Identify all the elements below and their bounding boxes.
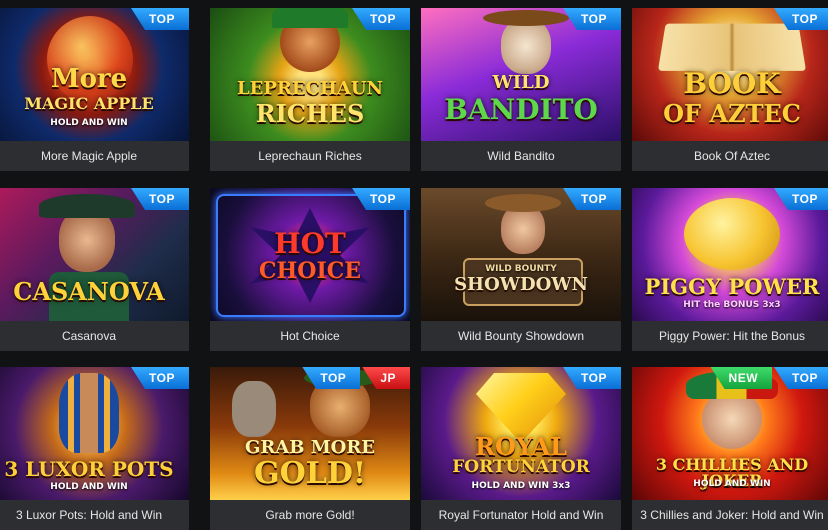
game-title[interactable]: More Magic Apple [0, 141, 189, 171]
game-title[interactable]: Hot Choice [210, 321, 410, 351]
game-art-title: More [50, 64, 128, 94]
badge-group: TOP [131, 188, 189, 210]
badge-group: TOP [774, 188, 828, 210]
game-title[interactable]: Royal Fortunator Hold and Win [421, 500, 621, 530]
game-title[interactable]: Leprechaun Riches [210, 141, 410, 171]
top-badge: TOP [563, 8, 621, 30]
game-card-piggy-power[interactable]: PIGGY POWER HIT the BONUS 3x3 TOP Piggy … [632, 188, 828, 351]
game-card-more-magic-apple[interactable]: More MAGIC APPLE HOLD AND WIN TOP More M… [0, 8, 189, 171]
top-badge: TOP [774, 8, 828, 30]
game-art-title: CASANOVA [13, 277, 165, 306]
badge-group: NEW TOP [710, 367, 828, 389]
game-card-casanova[interactable]: CASANOVA TOP Casanova [0, 188, 189, 351]
game-art-subtitle: GOLD! [253, 456, 367, 491]
jackpot-badge: JP [362, 367, 410, 389]
top-badge: TOP [774, 188, 828, 210]
game-art-tagline: HOLD AND WIN [50, 482, 128, 492]
game-art-subtitle: FORTUNATOR [452, 457, 590, 477]
game-art-title: BOOK [683, 67, 781, 100]
badge-group: TOP JP [302, 367, 410, 389]
game-art-subtitle: RICHES [255, 99, 365, 128]
badge-group: TOP [774, 8, 828, 30]
new-badge: NEW [710, 367, 773, 389]
top-badge: TOP [302, 367, 361, 389]
top-badge: TOP [131, 188, 189, 210]
game-title[interactable]: Book Of Aztec [632, 141, 828, 171]
game-title[interactable]: Piggy Power: Hit the Bonus [632, 321, 828, 351]
game-card-wild-bandito[interactable]: WILD BANDITO TOP Wild Bandito [421, 8, 621, 171]
game-art-title: WILD BOUNTY [485, 264, 557, 274]
game-art-tagline: HOLD AND WIN 3x3 [471, 481, 571, 491]
top-badge: TOP [774, 367, 828, 389]
game-card-book-of-aztec[interactable]: BOOK OF AZTEC TOP Book Of Aztec [632, 8, 828, 171]
badge-group: TOP [563, 367, 621, 389]
game-art-subtitle: BANDITO [444, 93, 598, 126]
game-grid: More MAGIC APPLE HOLD AND WIN TOP More M… [0, 0, 828, 530]
game-art-title: ROYAL [475, 432, 567, 461]
top-badge: TOP [563, 188, 621, 210]
game-art-title: 3 LUXOR POTS [4, 457, 174, 481]
game-title[interactable]: 3 Chillies and Joker: Hold and Win [632, 500, 828, 530]
top-badge: TOP [352, 188, 410, 210]
badge-group: TOP [352, 8, 410, 30]
game-art-tagline: HIT the BONUS 3x3 [683, 300, 781, 310]
badge-group: TOP [563, 8, 621, 30]
game-art-title: WILD [492, 72, 550, 93]
game-title[interactable]: 3 Luxor Pots: Hold and Win [0, 500, 189, 530]
game-card-leprechaun-riches[interactable]: LEPRECHAUN RICHES TOP Leprechaun Riches [210, 8, 410, 171]
game-art-title: HOT [274, 227, 346, 260]
game-art-subtitle: MAGIC APPLE [24, 94, 154, 113]
game-art-tagline: HOLD AND WIN [50, 118, 128, 128]
top-badge: TOP [131, 367, 189, 389]
game-card-wild-bounty-showdown[interactable]: WILD BOUNTY SHOWDOWN TOP Wild Bounty Sho… [421, 188, 621, 351]
game-card-royal-fortunator[interactable]: ROYAL FORTUNATOR HOLD AND WIN 3x3 TOP Ro… [421, 367, 621, 530]
badge-group: TOP [131, 367, 189, 389]
badge-group: TOP [131, 8, 189, 30]
game-title[interactable]: Wild Bounty Showdown [421, 321, 621, 351]
game-art-title: GRAB MORE [244, 437, 376, 458]
game-title[interactable]: Casanova [0, 321, 189, 351]
game-title[interactable]: Wild Bandito [421, 141, 621, 171]
top-badge: TOP [352, 8, 410, 30]
game-title[interactable]: Grab more Gold! [210, 500, 410, 530]
badge-group: TOP [563, 188, 621, 210]
game-card-3-chillies-and-joker[interactable]: 3 CHILLIES AND JOKER HOLD AND WIN NEW TO… [632, 367, 828, 530]
game-art-subtitle: CHOICE [258, 258, 362, 284]
game-card-grab-more-gold[interactable]: GRAB MORE GOLD! TOP JP Grab more Gold! [210, 367, 410, 530]
top-badge: TOP [131, 8, 189, 30]
game-art-subtitle: SHOWDOWN [454, 274, 588, 295]
top-badge: TOP [563, 367, 621, 389]
badge-group: TOP [352, 188, 410, 210]
game-card-hot-choice[interactable]: HOT CHOICE TOP Hot Choice [210, 188, 410, 351]
game-art-tagline: HOLD AND WIN [693, 479, 771, 489]
game-art-title: PIGGY POWER [644, 274, 820, 299]
game-art-subtitle: OF AZTEC [663, 99, 801, 128]
game-card-3-luxor-pots[interactable]: 3 LUXOR POTS HOLD AND WIN TOP 3 Luxor Po… [0, 367, 189, 530]
game-art-title: LEPRECHAUN [236, 78, 384, 99]
